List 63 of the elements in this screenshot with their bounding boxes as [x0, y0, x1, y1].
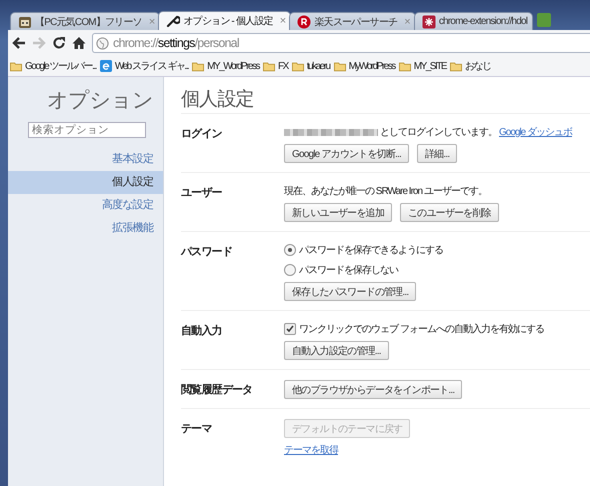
bookmark[interactable]: Google ツールバー...: [10, 59, 96, 73]
tab-title: chrome-extension://hdol: [438, 16, 528, 27]
tab-favicon-icon: [537, 13, 552, 27]
page-title: 個人設定: [181, 77, 590, 114]
sidebar-item[interactable]: 基本設定: [8, 148, 163, 171]
tab-title: 楽天スーパーサーチ: [314, 16, 398, 28]
sidebar-item[interactable]: 個人設定: [8, 171, 163, 194]
browser-tab[interactable]: オプション - 個人設定 ×: [158, 11, 292, 30]
bookmark[interactable]: MY_WordPress: [192, 60, 259, 72]
url-text: chrome://settings/personal: [113, 36, 239, 50]
sidebar-item[interactable]: 高度な設定: [8, 194, 163, 217]
sidebar-item[interactable]: 拡張機能: [8, 217, 163, 240]
settings-button[interactable]: 自動入力設定の管理...: [284, 341, 389, 360]
tab-title: オプション - 個人設定: [183, 14, 273, 28]
settings-button[interactable]: 詳細...: [416, 144, 458, 163]
checkbox-option[interactable]: ワンクリックでのウェブ フォームへの自動入力を有効にする: [284, 321, 590, 337]
radio-option[interactable]: パスワードを保存しない: [284, 262, 590, 278]
bookmark[interactable]: おなじ: [450, 59, 491, 73]
reload-icon[interactable]: [52, 36, 66, 50]
folder-icon: [292, 60, 304, 72]
globe-icon: [96, 36, 109, 50]
folder-icon: [10, 60, 22, 72]
web-slice-icon: [100, 59, 112, 73]
settings-button[interactable]: このユーザーを削除: [400, 203, 499, 222]
folder-icon: [398, 60, 411, 72]
folder-icon: [192, 60, 204, 72]
radio-option[interactable]: パスワードを保存できるようにする: [284, 242, 590, 258]
section-label: ユーザー: [181, 186, 223, 201]
browser-tab[interactable]: 【PC元気COM】フリーソ ×: [10, 12, 160, 30]
dashboard-link[interactable]: Google ダッシュボ: [499, 125, 572, 139]
sidebar-title: オプション: [46, 88, 154, 114]
bookmark[interactable]: FX: [262, 60, 288, 72]
bookmark[interactable]: Web スライス ギャ...: [100, 59, 188, 73]
section-label: テーマ: [181, 422, 213, 437]
settings-button[interactable]: Google アカウントを切断...: [284, 144, 409, 163]
browser-tab[interactable]: chrome-extension://hdol: [414, 12, 534, 30]
settings-button[interactable]: 他のブラウザからデータをインポート...: [284, 380, 462, 399]
info-text: 現在、あなたが唯一の SRWare Iron ユーザーです。: [284, 184, 487, 198]
checkbox[interactable]: [284, 323, 296, 335]
wrench-icon: [166, 14, 180, 28]
radio-button[interactable]: [284, 244, 296, 256]
home-icon[interactable]: [72, 36, 86, 50]
folder-icon: [334, 60, 346, 72]
get-themes-link[interactable]: テーマを取得: [284, 443, 338, 457]
address-bar[interactable]: chrome://settings/personal: [92, 33, 590, 53]
cat-face-icon: [18, 14, 32, 28]
search-field[interactable]: 検索オプション: [28, 122, 146, 138]
section-label: パスワード: [181, 245, 234, 260]
section-label: 閲覧履歴データ: [181, 383, 254, 398]
folder-icon: [262, 60, 275, 72]
bookmark[interactable]: MY_SITE: [398, 60, 446, 72]
section-label: ログイン: [181, 127, 223, 142]
login-text: としてログインしています。: [380, 126, 497, 139]
settings-button[interactable]: 保存したパスワードの管理...: [284, 282, 416, 301]
bookmark[interactable]: MyWordPress: [334, 60, 395, 72]
back-icon[interactable]: [12, 36, 26, 50]
radio-button[interactable]: [284, 264, 296, 276]
settings-button[interactable]: 新しいユーザーを追加: [284, 203, 392, 222]
browser-tab[interactable]: 楽天スーパーサーチ ×: [289, 12, 416, 30]
section-label: 自動入力: [181, 324, 223, 339]
tab-title: 【PC元気COM】フリーソ: [35, 16, 142, 28]
bookmark[interactable]: tukaeru: [292, 60, 330, 72]
folder-icon: [450, 60, 462, 72]
